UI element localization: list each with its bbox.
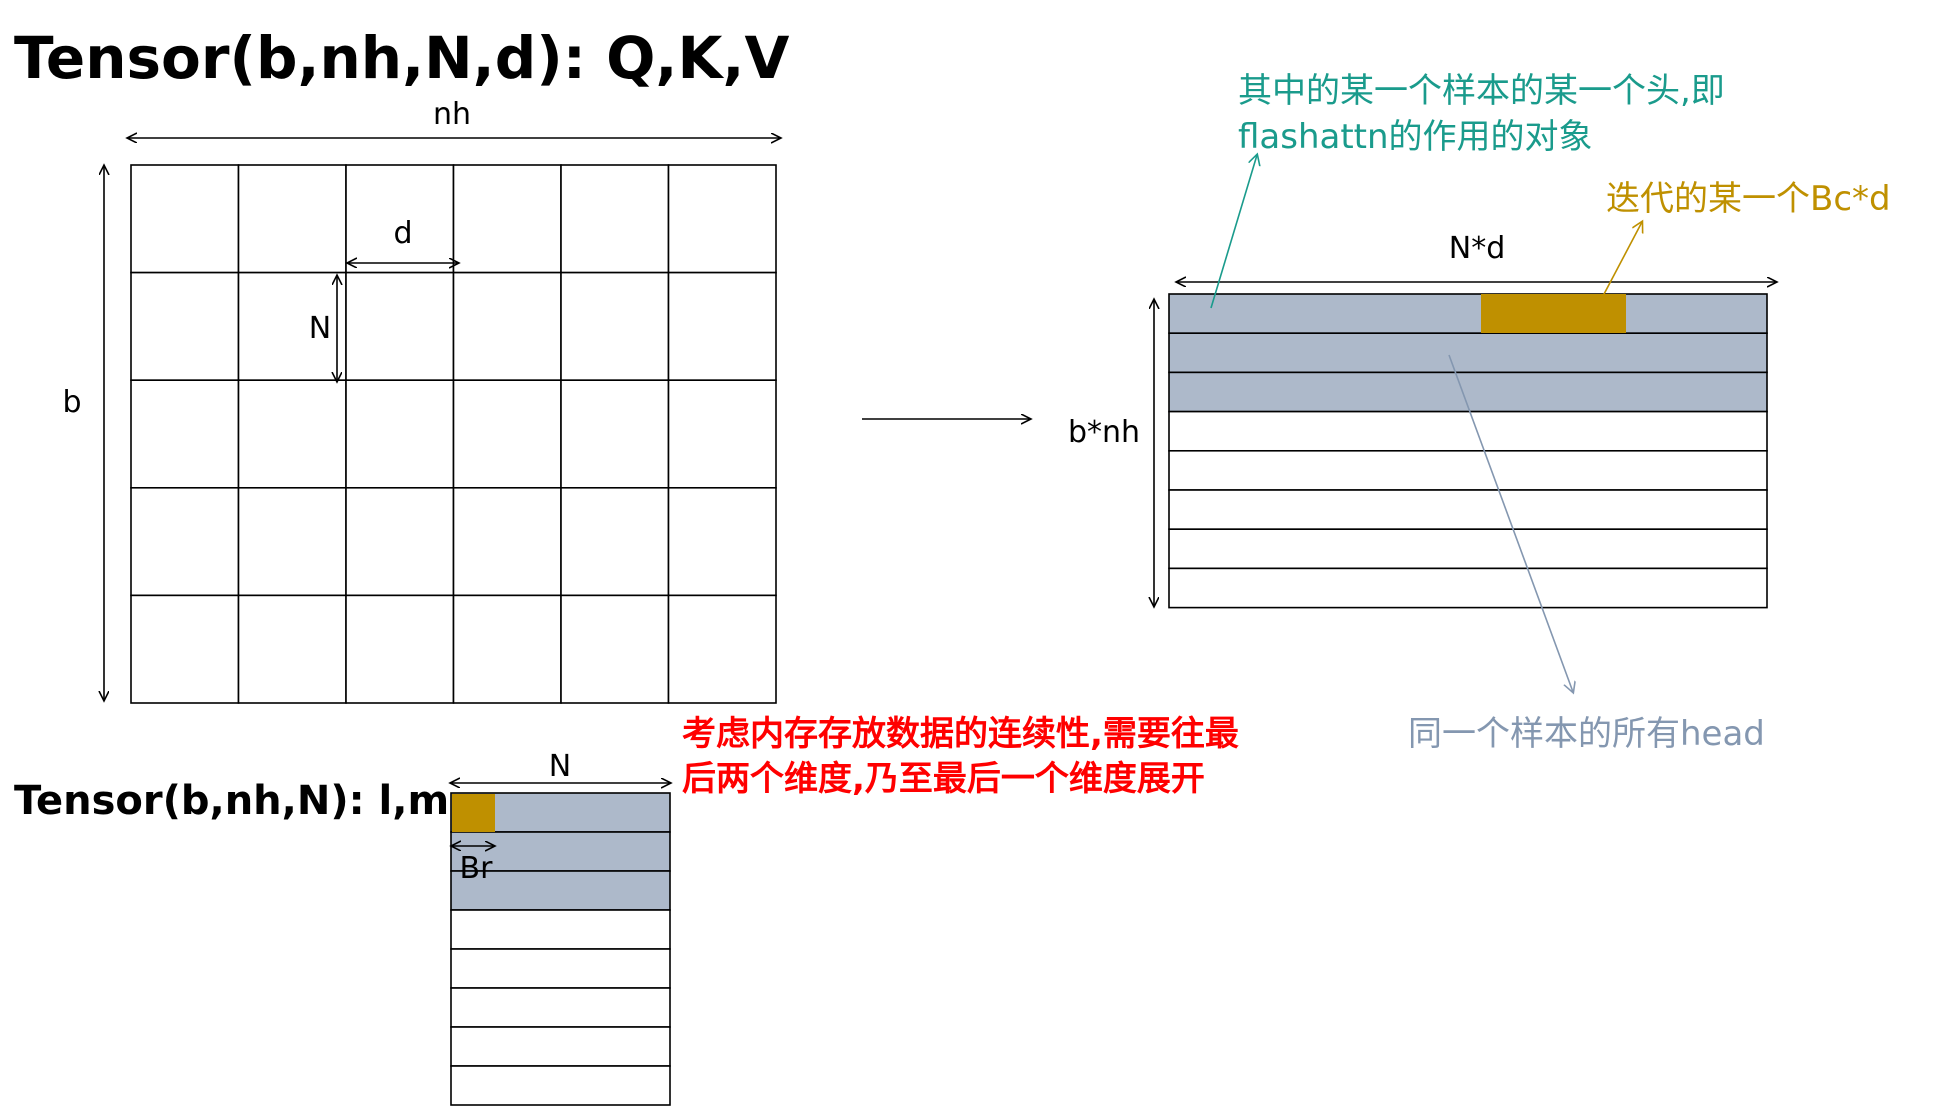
one-head-annotation-line2: flashattn的作用的对象 (1238, 117, 1593, 157)
lm-title: Tensor(b,nh,N): l,m (14, 778, 449, 824)
grid-cell (130, 486, 240, 597)
head-row (1168, 528, 1768, 570)
b-label: b (62, 385, 81, 420)
grid-cell (452, 379, 562, 489)
flattened-table (1168, 293, 1768, 609)
contiguity-note-line2: 后两个维度,乃至最后一个维度展开 (682, 759, 1205, 799)
head-row (1168, 410, 1768, 452)
grid-cell (130, 379, 240, 489)
br-block (452, 794, 495, 832)
grid-cell (130, 164, 240, 274)
grid-cell (560, 594, 670, 704)
grid-cell (560, 379, 670, 489)
grid-cell (667, 271, 777, 382)
grid-cell (237, 379, 347, 489)
grid-cell (667, 594, 777, 704)
one-head-pointer-arrow (1210, 155, 1257, 309)
grid-cell (667, 164, 777, 274)
grid-cell (667, 379, 777, 489)
head-row (1168, 449, 1768, 491)
bnh-label: b*nh (1068, 415, 1140, 450)
head-row (1168, 489, 1768, 531)
grid-cell (345, 594, 455, 704)
lm-row (450, 987, 671, 1028)
lm-table (450, 792, 671, 1106)
grid-cell (452, 164, 562, 274)
grid-cell (452, 271, 562, 382)
iter-block (1481, 294, 1626, 333)
head-row (1168, 567, 1768, 609)
contiguity-note-line1: 考虑内存存放数据的连续性,需要往最 (682, 714, 1239, 754)
grid-cell (452, 486, 562, 597)
grid-cell (560, 486, 670, 597)
grid-cell (560, 164, 670, 274)
tensor-grid (130, 164, 777, 704)
iter-block-pointer-arrow (1602, 222, 1642, 297)
br-label: Br (460, 851, 494, 886)
grid-cell (237, 594, 347, 704)
lm-row (450, 948, 671, 989)
grid-cell (452, 594, 562, 704)
nd-label: N*d (1449, 231, 1505, 266)
all-heads-annotation: 同一个样本的所有head (1408, 714, 1765, 754)
lm-row (450, 1026, 671, 1067)
grid-cell (130, 271, 240, 382)
n-lm-label: N (549, 749, 571, 784)
diagram-canvas: Tensor(b,nh,N,d): Q,K,V nh b d N N*d b*n… (14, 24, 1891, 1106)
main-title: Tensor(b,nh,N,d): Q,K,V (14, 24, 789, 92)
head-row-highlighted (1168, 332, 1768, 374)
grid-cell (237, 486, 347, 597)
grid-cell (345, 271, 455, 382)
grid-cell (345, 379, 455, 489)
grid-cell (560, 271, 670, 382)
grid-cell (237, 164, 347, 274)
grid-cell (345, 486, 455, 597)
d-label: d (393, 216, 412, 251)
iter-block-annotation: 迭代的某一个Bc*d (1606, 179, 1891, 219)
lm-row (450, 1065, 671, 1106)
grid-cell (130, 594, 240, 704)
lm-row (450, 909, 671, 950)
nh-label: nh (433, 97, 471, 132)
n-cell-label: N (309, 311, 331, 346)
one-head-annotation-line1: 其中的某一个样本的某一个头,即 (1238, 71, 1725, 111)
grid-cell (667, 486, 777, 597)
head-row-highlighted (1168, 293, 1768, 335)
